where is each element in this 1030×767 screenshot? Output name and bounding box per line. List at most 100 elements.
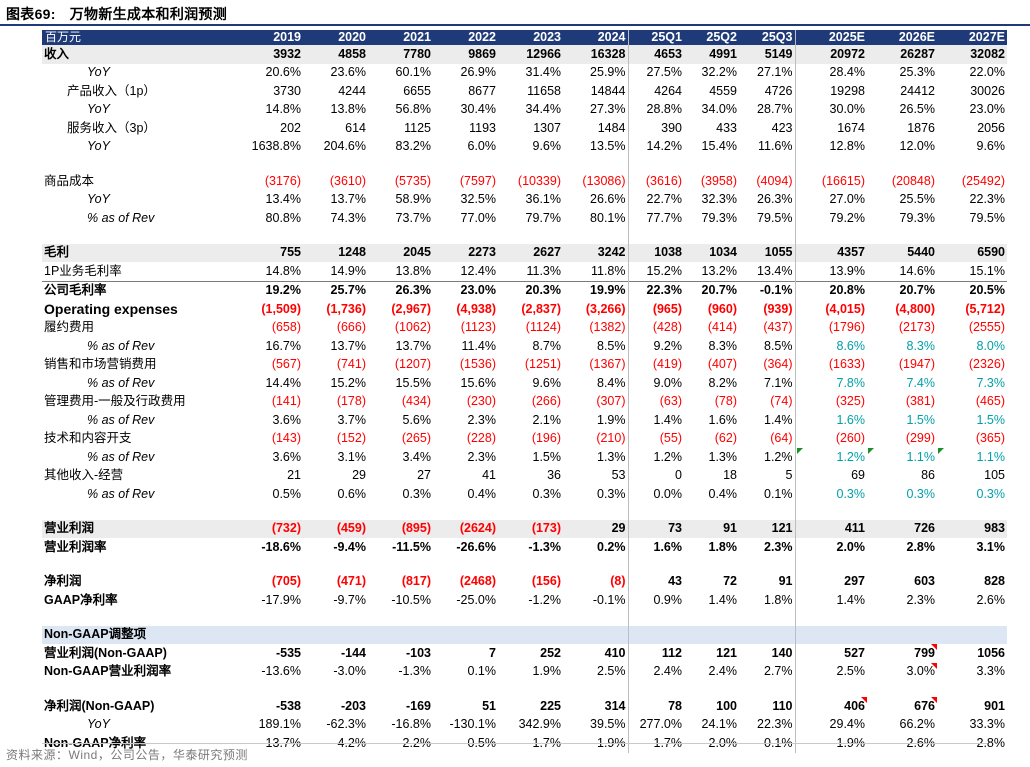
value-cell: (156) bbox=[531, 574, 561, 589]
value-cell: (1947) bbox=[898, 357, 935, 372]
value-cell: 983 bbox=[937, 519, 1007, 538]
value-cell: 29 bbox=[352, 468, 366, 483]
value-cell: 14.4% bbox=[265, 375, 301, 390]
value-cell: 1.5% bbox=[976, 412, 1006, 427]
empty-cell bbox=[937, 681, 1007, 697]
value-cell: (895) bbox=[368, 519, 433, 538]
value-cell: (210) bbox=[563, 429, 629, 448]
value-cell: (1,736) bbox=[326, 301, 366, 316]
value-cell: 1.5% bbox=[532, 449, 562, 464]
value-cell: 9.2% bbox=[653, 338, 683, 353]
table-row: GAAP净利率 -17.9% -9.7% -10.5% -25.0% -1.2% -0.1%… bbox=[42, 591, 1007, 610]
value-cell: 7780 bbox=[368, 45, 433, 64]
value-cell: 14.2% bbox=[646, 139, 682, 154]
empty-cell bbox=[628, 156, 684, 172]
value-cell: (4,800) bbox=[895, 301, 935, 316]
value-cell: (567) bbox=[271, 357, 301, 372]
value-cell: -9.7% bbox=[333, 592, 366, 607]
value-cell: 4653 bbox=[628, 45, 684, 64]
table-row: Non-GAAP调整项 bbox=[42, 625, 1007, 644]
empty-cell bbox=[684, 557, 739, 573]
value-cell: (1062) bbox=[394, 320, 431, 335]
value-cell: 1.9% bbox=[532, 664, 562, 679]
row-label: Non-GAAP调整项 bbox=[42, 625, 238, 644]
value-cell: 28.4% bbox=[829, 65, 865, 80]
value-cell: 4559 bbox=[709, 83, 737, 98]
value-cell: (63) bbox=[659, 394, 682, 409]
value-cell: 8.5% bbox=[739, 337, 796, 356]
value-cell: 6655 bbox=[403, 83, 431, 98]
value-cell: (2173) bbox=[898, 320, 935, 335]
value-cell: 2.8% bbox=[906, 539, 936, 554]
value-cell: (230) bbox=[466, 394, 496, 409]
value-cell: (364) bbox=[739, 355, 796, 374]
value-cell: 28.8% bbox=[646, 102, 682, 117]
empty-cell bbox=[433, 610, 498, 626]
value-cell: 14.6% bbox=[899, 263, 935, 278]
empty-cell bbox=[684, 156, 739, 172]
value-cell: 4726 bbox=[739, 82, 796, 101]
value-cell: (78) bbox=[714, 394, 737, 409]
value-cell: -13.6% bbox=[261, 664, 301, 679]
value-cell: 34.4% bbox=[525, 102, 561, 117]
value-cell: -130.1% bbox=[449, 717, 496, 732]
empty-cell bbox=[563, 503, 629, 520]
table-row: Operating expenses (1,509) (1,736) (2,967) (… bbox=[42, 300, 1007, 319]
row-label: 营业利润(Non-GAAP) bbox=[44, 645, 167, 660]
empty-cell bbox=[42, 156, 238, 172]
value-cell: 2.3% bbox=[467, 449, 497, 464]
value-cell: (1367) bbox=[563, 355, 629, 374]
empty-cell bbox=[628, 504, 684, 520]
period-header: 2025E bbox=[795, 30, 867, 45]
value-cell: 31.4% bbox=[525, 65, 561, 80]
value-cell: 1.1% bbox=[867, 448, 937, 467]
value-cell: (3,266) bbox=[563, 300, 629, 319]
value-cell: (5735) bbox=[394, 173, 431, 188]
row-label: 收入 bbox=[42, 45, 238, 64]
value-cell: 20.3% bbox=[498, 280, 563, 300]
empty-cell bbox=[303, 504, 368, 520]
row-label: 技术和内容开支 bbox=[44, 431, 132, 446]
value-cell: 2045 bbox=[368, 243, 433, 262]
value-cell: 2.6% bbox=[976, 592, 1006, 607]
value-cell: 13.4% bbox=[739, 262, 796, 281]
value-cell: 12.8% bbox=[829, 139, 865, 154]
value-cell: 755 bbox=[238, 243, 303, 262]
value-cell: 1125 bbox=[404, 120, 431, 135]
value-cell: 7.3% bbox=[976, 375, 1006, 390]
value-cell: 73 bbox=[628, 519, 684, 538]
value-cell: 614 bbox=[345, 120, 366, 135]
empty-cell bbox=[42, 504, 238, 520]
value-cell: (8) bbox=[563, 572, 629, 591]
row-label: YoY bbox=[87, 717, 110, 732]
value-cell: (658) bbox=[271, 320, 301, 335]
value-cell: 2.3% bbox=[467, 412, 497, 427]
table-row: 净利润(Non-GAAP) -538 -203 -169 51 225 314 78 100 11… bbox=[42, 697, 1007, 716]
value-cell: (3958) bbox=[700, 173, 737, 188]
empty-cell bbox=[42, 610, 238, 626]
value-cell: (381) bbox=[905, 394, 935, 409]
empty-cell bbox=[563, 227, 629, 244]
value-cell: 1034 bbox=[684, 243, 739, 262]
table-row: % as of Rev 16.7% 13.7% 13.7% 11.4% 8.7% 8.5% 9… bbox=[42, 337, 1007, 356]
value-cell: 2627 bbox=[498, 243, 563, 262]
empty-cell bbox=[238, 156, 303, 172]
value-cell: (365) bbox=[975, 431, 1005, 446]
spacer-row bbox=[42, 609, 1007, 626]
value-cell: 77.7% bbox=[646, 210, 682, 225]
value-cell: 1248 bbox=[303, 243, 368, 262]
row-label: 其他收入-经营 bbox=[44, 468, 124, 483]
value-cell: 1055 bbox=[739, 243, 796, 262]
value-cell: 5 bbox=[739, 466, 796, 485]
empty-cell bbox=[238, 557, 303, 573]
empty-cell bbox=[867, 504, 937, 520]
value-cell: 342.9% bbox=[518, 717, 561, 732]
value-cell: 80.1% bbox=[563, 209, 629, 228]
value-cell: 7.8% bbox=[836, 375, 866, 390]
value-cell: -1.3% bbox=[398, 664, 431, 679]
value-cell: 26.5% bbox=[899, 102, 935, 117]
spacer-row bbox=[42, 681, 1007, 697]
value-cell: 32.3% bbox=[701, 192, 737, 207]
value-cell: 8.2% bbox=[708, 375, 738, 390]
empty-cell bbox=[238, 504, 303, 520]
